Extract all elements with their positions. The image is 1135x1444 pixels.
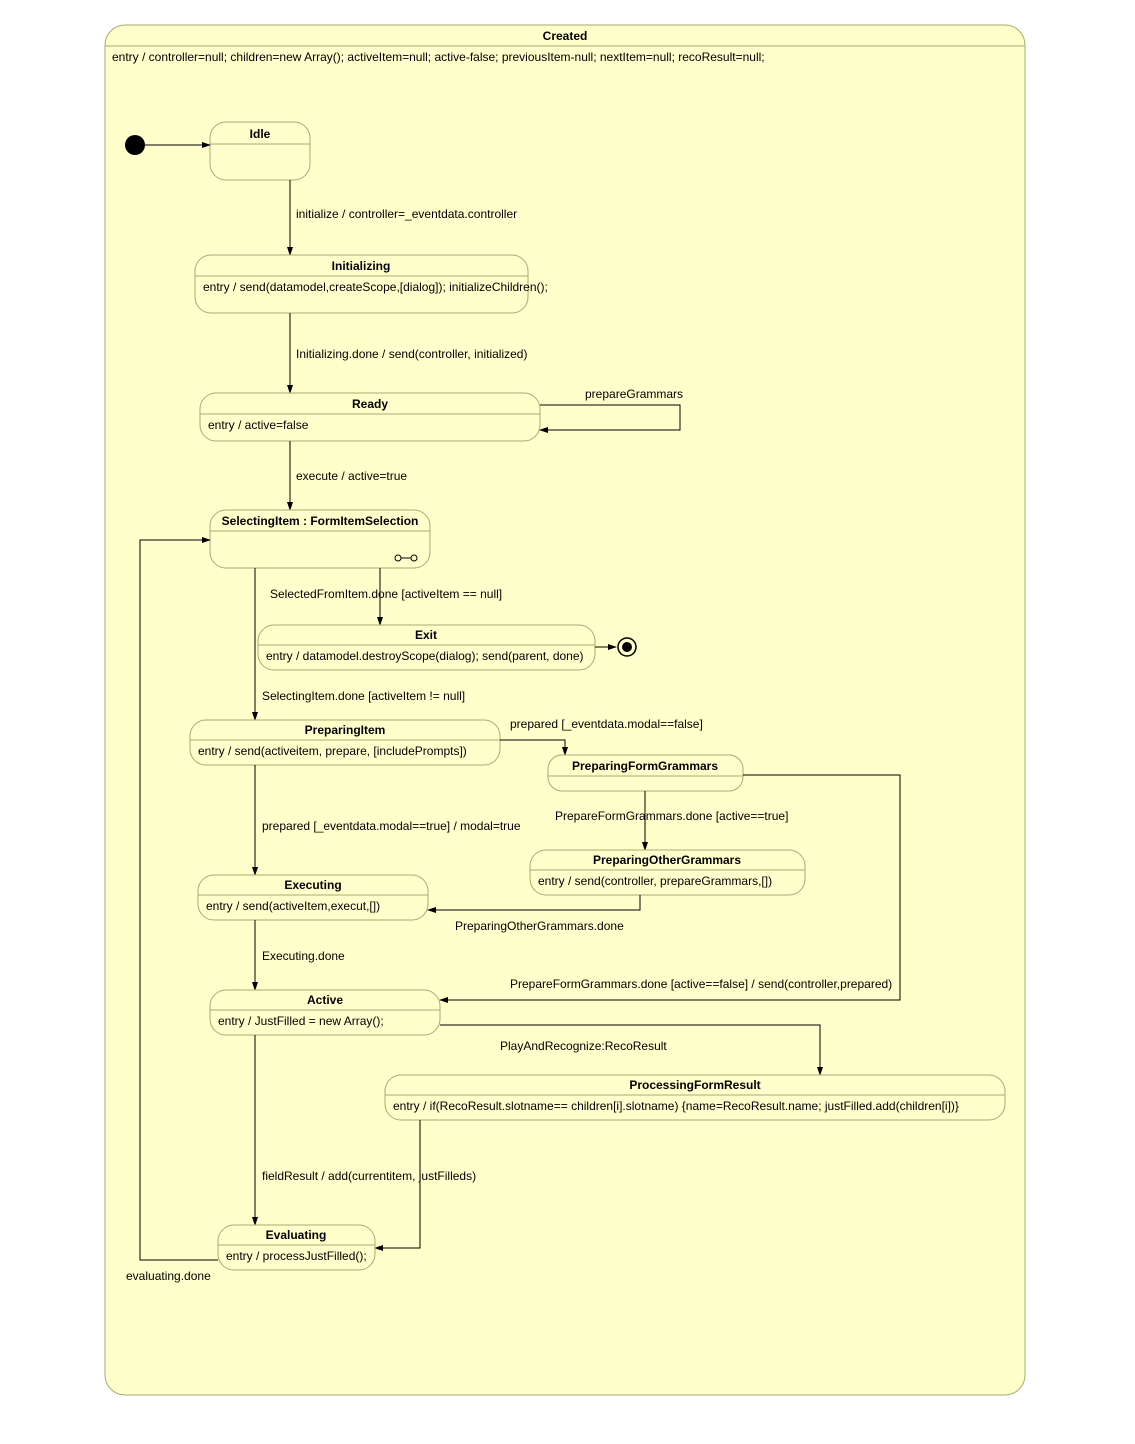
state-idle-title: Idle (250, 127, 271, 141)
state-evaluating-entry: entry / processJustFilled(); (226, 1249, 367, 1263)
label-initdone: Initializing.done / send(controller, ini… (296, 347, 527, 361)
state-exit-entry: entry / datamodel.destroyScope(dialog); … (266, 649, 584, 663)
state-pfr-entry: entry / if(RecoResult.slotname== childre… (393, 1099, 959, 1113)
state-diagram: Created entry / controller=null; childre… (0, 0, 1135, 1444)
state-initializing-entry: entry / send(datamodel,createScope,[dial… (203, 280, 548, 294)
state-pfg-title: PreparingFormGrammars (572, 759, 718, 773)
label-execdone: Executing.done (262, 949, 345, 963)
label-pogdone: PreparingOtherGrammars.done (455, 919, 624, 933)
state-preparingitem-entry: entry / send(activeitem, prepare, [inclu… (198, 744, 467, 758)
initial-pseudostate (125, 135, 145, 155)
state-initializing-title: Initializing (332, 259, 391, 273)
state-pog-title: PreparingOtherGrammars (593, 853, 741, 867)
label-pfgdonetrue: PrepareFormGrammars.done [active==true] (555, 809, 788, 823)
label-preparedtrue: prepared [_eventdata.modal==true] / moda… (262, 819, 521, 833)
state-preparingitem-title: PreparingItem (305, 723, 386, 737)
state-ready-title: Ready (352, 397, 388, 411)
state-executing-title: Executing (284, 878, 341, 892)
label-initialize: initialize / controller=_eventdata.contr… (296, 207, 517, 221)
label-execute: execute / active=true (296, 469, 407, 483)
state-ready-entry: entry / active=false (208, 418, 309, 432)
label-playreco: PlayAndRecognize:RecoResult (500, 1039, 667, 1053)
state-executing-entry: entry / send(activeItem,execut,[]) (206, 899, 380, 913)
label-selectednull: SelectedFromItem.done [activeItem == nul… (270, 587, 502, 601)
state-selectingitem-title: SelectingItem : FormItemSelection (222, 514, 419, 528)
label-pfgdonefalse: PrepareFormGrammars.done [active==false]… (510, 977, 892, 991)
label-preparedfalse: prepared [_eventdata.modal==false] (510, 717, 703, 731)
state-active-title: Active (307, 993, 343, 1007)
state-created-title: Created (543, 29, 588, 43)
label-selectingdone: SelectingItem.done [activeItem != null] (262, 689, 465, 703)
state-pog-entry: entry / send(controller, prepareGrammars… (538, 874, 772, 888)
label-preparegrammars: prepareGrammars (585, 387, 683, 401)
state-created (105, 25, 1025, 1395)
label-evaldone: evaluating.done (126, 1269, 211, 1283)
state-created-entry: entry / controller=null; children=new Ar… (112, 50, 765, 64)
label-fieldresult: fieldResult / add(currentitem, justFille… (262, 1169, 476, 1183)
final-state-inner (622, 642, 632, 652)
state-pfr-title: ProcessingFormResult (629, 1078, 760, 1092)
state-active-entry: entry / JustFilled = new Array(); (218, 1014, 384, 1028)
state-evaluating-title: Evaluating (266, 1228, 327, 1242)
state-exit-title: Exit (415, 628, 437, 642)
